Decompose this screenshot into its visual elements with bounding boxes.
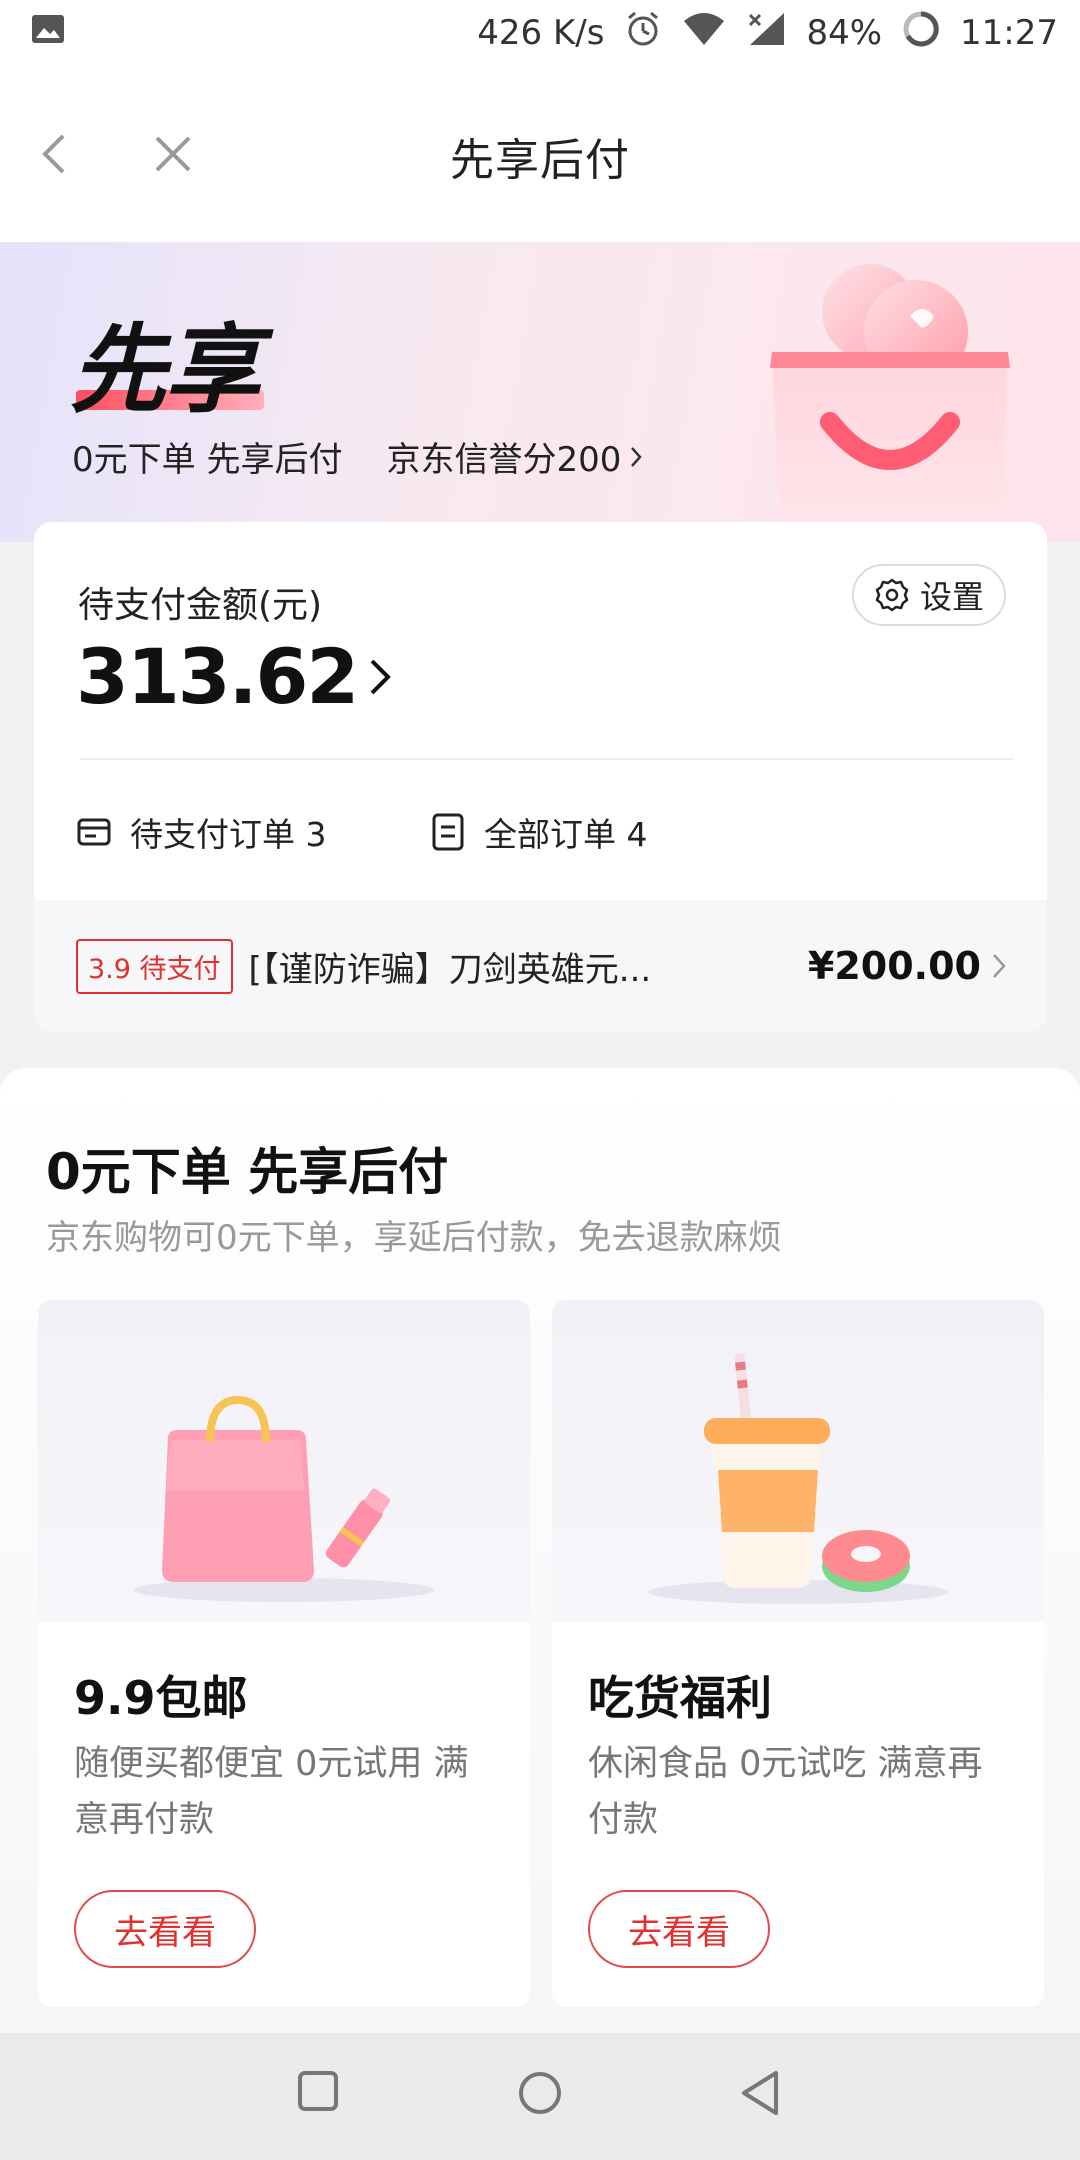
shopping-bag-illustration	[770, 264, 1010, 542]
hero-banner: 先享 0元下单 先享后付 京东信誉分200	[0, 242, 1080, 542]
recent-apps-button[interactable]	[296, 2069, 340, 2113]
settings-button[interactable]: 设置	[852, 564, 1006, 626]
hero-title: 先享	[70, 314, 260, 426]
network-speed: 426 K/s	[477, 13, 605, 53]
shopping-bag-illustration	[134, 1395, 434, 1602]
wifi-icon	[682, 11, 726, 56]
hero-title-block: 先享	[70, 292, 264, 431]
back-nav-button[interactable]	[738, 2069, 782, 2117]
card-image	[552, 1300, 1044, 1622]
go-see-button[interactable]: 去看看	[74, 1890, 256, 1968]
order-name: [【谨防诈骗】刀剑英雄元...	[248, 949, 652, 990]
go-see-button[interactable]: 去看看	[588, 1890, 770, 1968]
clock: 11:27	[960, 13, 1058, 53]
pending-orders-link[interactable]: 待支付订单 3	[76, 808, 327, 856]
promo-title: 0元下单 先享后付	[46, 1143, 449, 1201]
document-icon	[432, 813, 464, 851]
pending-amount-label: 待支付金额(元)	[78, 585, 323, 626]
settings-label: 设置	[919, 578, 984, 616]
home-button[interactable]	[516, 2069, 564, 2117]
pending-orders-label: 待支付订单 3	[130, 815, 327, 854]
promo-card-free-shipping[interactable]: 9.9包邮 随便买都便宜 0元试用 满意再付款 去看看	[38, 1300, 530, 2007]
credit-score-link[interactable]: 京东信誉分200	[386, 432, 621, 481]
page-title: 先享后付	[450, 135, 630, 186]
promo-card-food[interactable]: 吃货福利 休闲食品 0元试吃 满意再付款 去看看	[552, 1300, 1044, 2007]
all-orders-label: 全部订单 4	[484, 815, 648, 854]
battery-icon	[902, 10, 940, 57]
promo-subtitle: 京东购物可0元下单，享延后付款，免去退款麻烦	[46, 1218, 782, 1258]
system-nav-bar	[0, 2033, 1080, 2160]
card-image	[38, 1300, 530, 1622]
battery-percent: 84%	[806, 13, 883, 53]
card-description: 休闲食品 0元试吃 满意再付款	[588, 1744, 983, 1840]
coffee-donut-illustration	[648, 1353, 948, 1604]
chevron-right-icon	[631, 446, 643, 467]
payment-card: 待支付金额(元) 313.62 设置 待支付订单 3 全部订单 4	[34, 522, 1047, 900]
chevron-right-icon	[993, 954, 1006, 978]
nav-bar: 先享后付	[0, 66, 1080, 242]
card-title: 吃货福利	[588, 1671, 772, 1725]
status-badge: 3.9 待支付	[76, 938, 233, 994]
hero-tagline: 0元下单 先享后付	[72, 440, 343, 480]
promo-section: 0元下单 先享后付 京东购物可0元下单，享延后付款，免去退款麻烦 9.9包邮 随…	[0, 1068, 1080, 2033]
alarm-icon	[624, 10, 662, 57]
card-description: 随便买都便宜 0元试用 满意再付款	[74, 1744, 469, 1840]
pending-amount-value: 313.62	[76, 632, 359, 721]
gallery-icon	[30, 12, 66, 55]
order-price: ¥200.00	[807, 944, 981, 988]
gear-icon	[875, 578, 909, 612]
card-title: 9.9包邮	[74, 1671, 248, 1725]
wallet-icon	[77, 818, 111, 846]
all-orders-link[interactable]: 全部订单 4	[430, 808, 648, 856]
hero-subtitle: 0元下单 先享后付 京东信誉分200	[72, 432, 643, 481]
signal-icon	[746, 11, 786, 56]
chevron-right-icon	[370, 659, 392, 694]
pending-order-item[interactable]: 3.9 待支付 [【谨防诈骗】刀剑英雄元... ¥200.00	[34, 900, 1047, 1032]
pending-amount[interactable]: 313.62	[76, 632, 393, 721]
status-bar: 426 K/s 84% 11:27	[0, 0, 1080, 66]
divider	[80, 758, 1013, 760]
